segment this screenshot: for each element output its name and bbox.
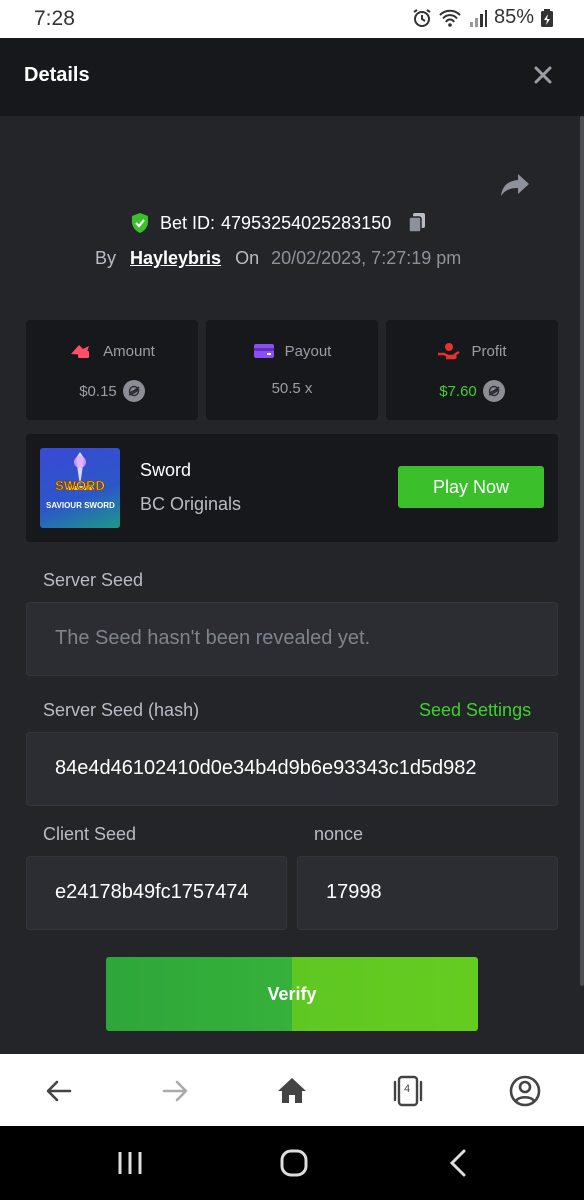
battery-icon xyxy=(541,8,553,27)
account-icon[interactable] xyxy=(508,1074,542,1108)
server-hash-label: Server Seed (hash) xyxy=(43,700,200,720)
home-button-icon[interactable] xyxy=(274,1146,314,1180)
game-thumbnail[interactable]: SWORD SAVIOUR SWORD xyxy=(40,448,120,528)
verified-shield-icon xyxy=(132,213,148,233)
on-label: On xyxy=(235,248,260,268)
nonce-label: nonce xyxy=(314,824,364,844)
alarm-icon xyxy=(413,8,431,27)
tab-count: 4 xyxy=(404,1083,411,1095)
bet-date: 20/02/2023, 7:27:19 pm xyxy=(271,248,462,268)
scrollbar[interactable] xyxy=(580,116,584,986)
server-hash-value: 84e4d46102410d0e34b4d9b6e93343c1d5d982 xyxy=(55,757,477,779)
stat-value: 50.5 x xyxy=(271,380,313,397)
play-now-button[interactable]: Play Now xyxy=(398,466,544,508)
back-arrow-icon[interactable] xyxy=(42,1074,76,1108)
browser-toolbar: 4 xyxy=(0,1054,584,1126)
profit-hand-icon xyxy=(438,343,461,360)
stat-value: $7.60 xyxy=(439,382,477,400)
verify-button[interactable]: Verify xyxy=(106,957,478,1031)
game-card: SWORD SAVIOUR SWORD Sword BC Originals P… xyxy=(26,434,558,542)
system-back-icon[interactable] xyxy=(440,1146,480,1180)
nonce-value: 17998 xyxy=(326,881,382,903)
home-icon[interactable] xyxy=(275,1074,309,1108)
bet-byline: By Hayleybris On 20/02/2023, 7:27:19 pm xyxy=(95,248,461,269)
stat-value: $0.15 xyxy=(79,382,117,400)
status-bar: 7:28 85% xyxy=(0,0,584,38)
stat-amount: Amount $0.15 xyxy=(26,320,198,420)
thumb-title: SWORD xyxy=(55,478,105,493)
stat-label: Profit xyxy=(471,342,507,360)
bet-id-label: Bet ID: xyxy=(160,212,216,233)
server-hash-field[interactable]: 84e4d46102410d0e34b4d9b6e93343c1d5d982 xyxy=(26,732,558,806)
stellar-coin-icon xyxy=(482,380,505,402)
page-title: Details xyxy=(24,64,90,86)
details-content: Bet ID: 47953254025283150 By Hayleybris … xyxy=(0,116,584,1054)
copy-icon[interactable] xyxy=(407,212,427,234)
money-wings-icon xyxy=(71,345,90,358)
nonce-field[interactable]: 17998 xyxy=(297,856,558,930)
close-icon[interactable] xyxy=(530,62,556,88)
server-seed-field[interactable]: The Seed hasn't been revealed yet. xyxy=(26,602,558,676)
system-nav-bar xyxy=(0,1126,584,1200)
client-seed-value: e24178b49fc1757474 xyxy=(55,881,249,903)
stat-profit: Profit $7.60 xyxy=(386,320,558,420)
game-name: Sword xyxy=(140,460,192,480)
bet-stats: Amount $0.15 Payout 50.5 x Profit $7.60 xyxy=(26,320,558,420)
signal-icon xyxy=(469,9,487,27)
share-icon[interactable] xyxy=(500,172,530,198)
game-provider: BC Originals xyxy=(140,494,242,514)
stat-payout: Payout 50.5 x xyxy=(206,320,378,420)
forward-arrow-icon[interactable] xyxy=(158,1074,192,1108)
stat-label: Amount xyxy=(103,342,155,360)
sword-game-art-icon: SWORD SAVIOUR SWORD xyxy=(46,452,115,510)
client-seed-field[interactable]: e24178b49fc1757474 xyxy=(26,856,287,930)
status-time: 7:28 xyxy=(34,7,75,30)
stat-label: Payout xyxy=(284,342,332,360)
battery-percent: 85% xyxy=(493,6,534,28)
server-seed-placeholder: The Seed hasn't been revealed yet. xyxy=(55,627,371,649)
recent-apps-icon[interactable] xyxy=(110,1146,150,1180)
wifi-icon xyxy=(439,9,461,27)
bet-id-row: Bet ID: 47953254025283150 xyxy=(130,212,427,234)
thumb-subtitle: SAVIOUR SWORD xyxy=(46,501,115,510)
details-header: Details xyxy=(0,38,584,116)
bet-id-value: 47953254025283150 xyxy=(221,212,392,233)
seed-settings-link[interactable]: Seed Settings xyxy=(419,700,531,721)
card-icon xyxy=(253,344,274,358)
tabs-button[interactable]: 4 xyxy=(390,1074,424,1108)
stellar-coin-icon xyxy=(122,380,145,402)
user-link[interactable]: Hayleybris xyxy=(130,248,221,269)
by-label: By xyxy=(95,248,117,268)
server-seed-label: Server Seed xyxy=(43,570,144,590)
client-seed-label: Client Seed xyxy=(43,824,137,844)
